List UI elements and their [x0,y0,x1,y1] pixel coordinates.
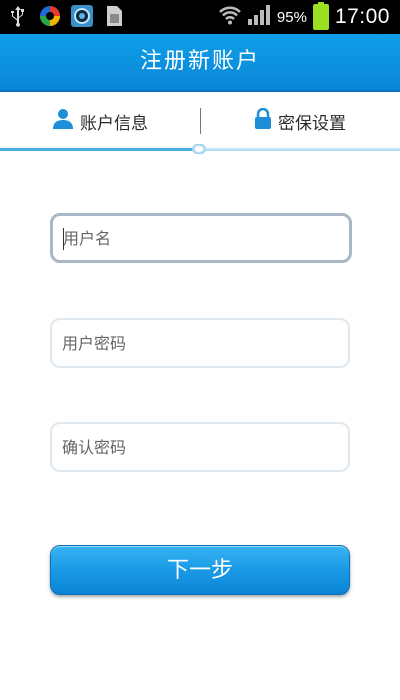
battery-percent: 95% [276,8,307,26]
step-progress-knob [192,144,206,154]
system-icons: 95% 17:00 [219,2,390,30]
confirm-password-input[interactable] [52,424,348,470]
wifi-icon [219,5,241,29]
username-field [50,213,352,263]
password-input[interactable] [52,320,348,366]
sim-card-icon [102,4,126,28]
lock-icon [254,107,278,135]
tab-security-settings[interactable]: 密保设置 [200,92,400,150]
tab-label: 密保设置 [278,113,346,134]
battery-charging-icon [312,2,329,30]
confirm-password-field [50,422,350,472]
person-icon [52,108,80,135]
camera-app-icon [70,4,94,28]
page-title: 注册新账户 [139,49,260,74]
tab-label: 账户信息 [80,113,148,134]
title-bar: 注册新账户 [0,34,400,92]
step-progress-fill [0,148,200,151]
status-bar: 95% 17:00 [0,0,400,34]
app-sync-icon [38,4,62,28]
next-step-button[interactable]: 下一步 [50,545,350,595]
password-field [50,318,350,368]
usb-icon [6,4,30,28]
clock: 17:00 [334,5,390,28]
step-tabs: 账户信息 密保设置 [0,92,400,150]
tab-account-info[interactable]: 账户信息 [0,92,200,150]
signal-icon [247,4,271,30]
text-caret [63,228,64,250]
notification-icons [6,4,126,28]
username-input[interactable] [53,216,349,260]
